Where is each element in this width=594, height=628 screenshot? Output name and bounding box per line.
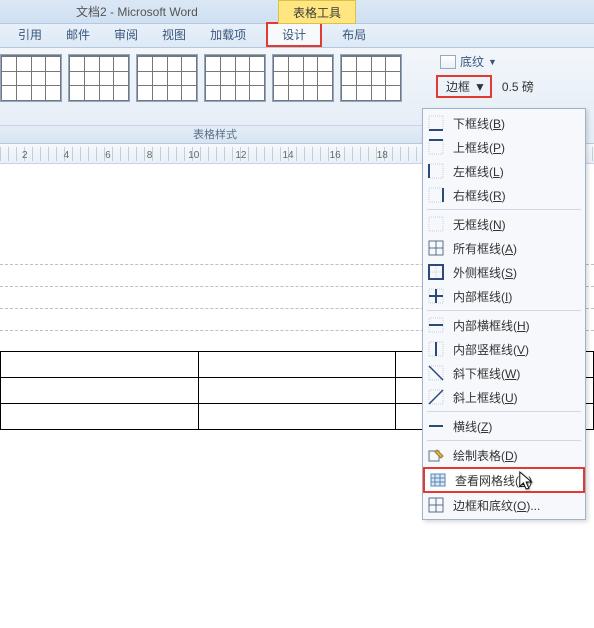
menu-separator <box>427 310 581 311</box>
menu-item-border-shade[interactable]: 边框和底纹(O)... <box>423 493 585 517</box>
menu-item-label: 无框线(N) <box>453 216 506 233</box>
menu-separator <box>427 411 581 412</box>
menu-item-border-inside[interactable]: 内部框线(I) <box>423 284 585 308</box>
menu-item-label: 下框线(B) <box>453 115 505 132</box>
menu-item-label: 横线(Z) <box>453 418 492 435</box>
border-all-icon <box>427 239 445 257</box>
border-weight[interactable]: 0.5 磅 <box>502 78 534 95</box>
border-inside-icon <box>427 287 445 305</box>
menu-item-border-top[interactable]: 上框线(P) <box>423 135 585 159</box>
border-top-icon <box>427 138 445 156</box>
menu-item-label: 绘制表格(D) <box>453 447 518 464</box>
menu-item-label: 内部横框线(H) <box>453 317 530 334</box>
menu-item-border-v[interactable]: 内部竖框线(V) <box>423 337 585 361</box>
menu-item-border-outside[interactable]: 外侧框线(S) <box>423 260 585 284</box>
menu-item-border-bottom[interactable]: 下框线(B) <box>423 111 585 135</box>
menu-item-label: 内部框线(I) <box>453 288 512 305</box>
view-gridlines-icon <box>429 471 447 489</box>
border-outside-icon <box>427 263 445 281</box>
style-thumb-red[interactable] <box>136 54 198 102</box>
shading-button[interactable]: 底纹 ▼ <box>436 52 588 71</box>
tab-mailings[interactable]: 邮件 <box>62 23 94 47</box>
menu-item-label: 斜上框线(U) <box>453 389 518 406</box>
menu-item-draw-table[interactable]: 绘制表格(D) <box>423 443 585 467</box>
menu-item-view-gridlines[interactable]: 查看网格线(G) <box>423 467 585 493</box>
style-thumb-blue[interactable] <box>68 54 130 102</box>
style-thumb-plain[interactable] <box>0 54 62 102</box>
group-label-table-styles: 表格样式 <box>0 125 430 143</box>
chevron-down-icon: ▼ <box>488 57 497 67</box>
border-shade-icon <box>427 496 445 514</box>
border-bottom-icon <box>427 114 445 132</box>
style-thumb-teal[interactable] <box>340 54 402 102</box>
menu-item-label: 左框线(L) <box>453 163 504 180</box>
tab-layout[interactable]: 布局 <box>338 23 370 47</box>
context-tab-table-tools: 表格工具 <box>278 0 356 24</box>
menu-item-label: 查看网格线(G) <box>455 472 532 489</box>
border-label: 边框 <box>446 78 470 95</box>
border-v-icon <box>427 340 445 358</box>
menu-separator <box>427 209 581 210</box>
border-diag-up-icon <box>427 388 445 406</box>
menu-item-border-h[interactable]: 内部横框线(H) <box>423 313 585 337</box>
border-button[interactable]: 边框 ▼ <box>436 75 492 98</box>
menu-item-border-diag-up[interactable]: 斜上框线(U) <box>423 385 585 409</box>
tab-review[interactable]: 审阅 <box>110 23 142 47</box>
style-thumb-purple[interactable] <box>272 54 334 102</box>
border-dropdown-menu: 下框线(B) 上框线(P) 左框线(L) 右框线(R) 无框线(N) 所有框线(A) 外侧框… <box>422 108 586 520</box>
paint-bucket-icon <box>440 55 456 69</box>
menu-item-label: 上框线(P) <box>453 139 505 156</box>
menu-item-border-diag-down[interactable]: 斜下框线(W) <box>423 361 585 385</box>
tab-addins[interactable]: 加载项 <box>206 23 250 47</box>
border-diag-down-icon <box>427 364 445 382</box>
menu-item-label: 边框和底纹(O)... <box>453 497 540 514</box>
tab-references[interactable]: 引用 <box>14 23 46 47</box>
context-tab-label: 表格工具 <box>293 4 341 21</box>
menu-item-label: 右框线(R) <box>453 187 506 204</box>
menu-item-label: 外侧框线(S) <box>453 264 517 281</box>
hline-icon <box>427 417 445 435</box>
border-none-icon <box>427 215 445 233</box>
menu-item-label: 所有框线(A) <box>453 240 517 257</box>
ribbon-tabs: 引用 邮件 审阅 视图 加载项 设计 布局 <box>0 24 594 48</box>
window-title: 文档2 - Microsoft Word <box>76 3 198 20</box>
style-thumb-green[interactable] <box>204 54 266 102</box>
menu-separator <box>427 440 581 441</box>
menu-item-hline[interactable]: 横线(Z) <box>423 414 585 438</box>
tab-design[interactable]: 设计 <box>266 22 322 47</box>
menu-item-label: 斜下框线(W) <box>453 365 520 382</box>
menu-item-border-none[interactable]: 无框线(N) <box>423 212 585 236</box>
chevron-down-icon: ▼ <box>474 80 486 94</box>
border-h-icon <box>427 316 445 334</box>
draw-table-icon <box>427 446 445 464</box>
shading-label: 底纹 <box>460 53 484 70</box>
menu-item-border-right[interactable]: 右框线(R) <box>423 183 585 207</box>
border-left-icon <box>427 162 445 180</box>
menu-item-label: 内部竖框线(V) <box>453 341 529 358</box>
menu-item-border-all[interactable]: 所有框线(A) <box>423 236 585 260</box>
tab-view[interactable]: 视图 <box>158 23 190 47</box>
menu-item-border-left[interactable]: 左框线(L) <box>423 159 585 183</box>
border-right-icon <box>427 186 445 204</box>
